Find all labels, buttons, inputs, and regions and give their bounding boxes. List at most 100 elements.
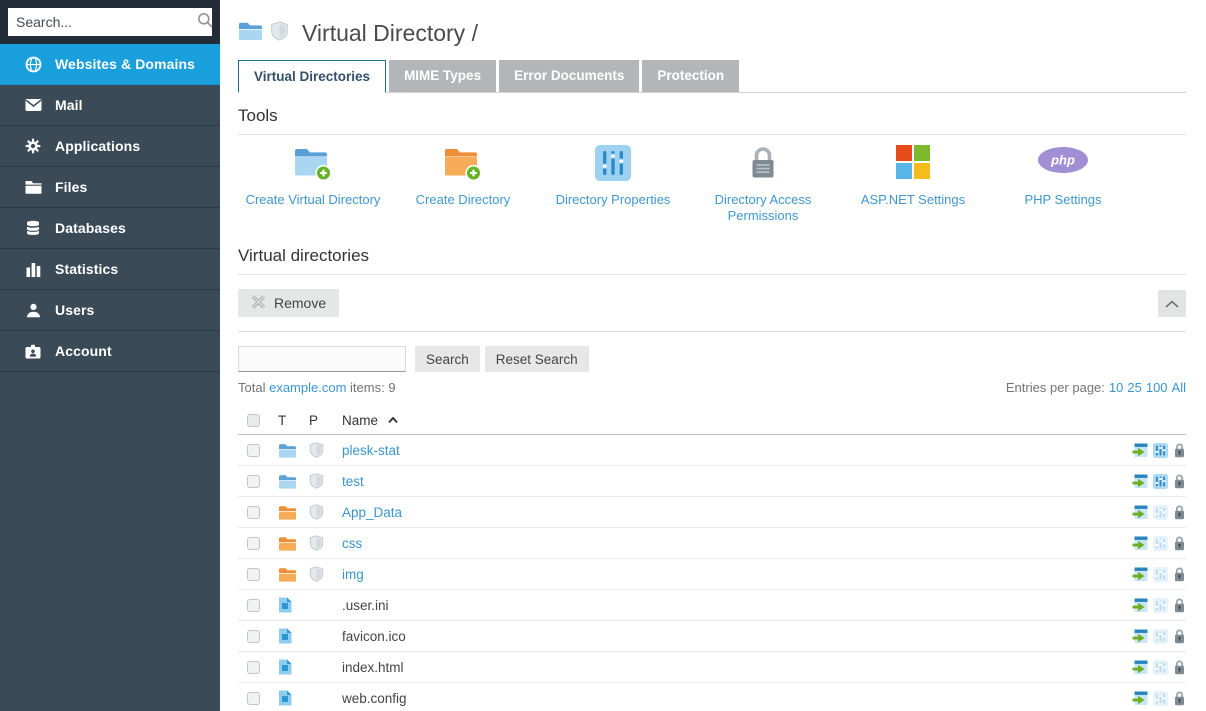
permissions-action-icon[interactable] [1173, 629, 1186, 644]
tool-asp-net-settings[interactable]: ASP.NET Settings [838, 145, 988, 224]
shield-icon [309, 442, 324, 458]
row-name-link[interactable]: App_Data [342, 505, 402, 520]
page-header: Virtual Directory / [238, 18, 1186, 48]
open-action-icon[interactable] [1132, 598, 1148, 613]
properties-action-icon[interactable] [1153, 443, 1168, 458]
globe-icon [24, 55, 42, 73]
row-checkbox[interactable] [247, 599, 260, 612]
column-type[interactable]: T [278, 413, 309, 428]
shield-icon [309, 504, 324, 520]
tab-mime-types[interactable]: MIME Types [389, 60, 496, 92]
permissions-action-icon[interactable] [1173, 598, 1186, 613]
open-action-icon[interactable] [1132, 505, 1148, 520]
table-row: favicon.ico [238, 621, 1186, 652]
sidebar-item-label: Users [55, 302, 94, 318]
file-icon [278, 628, 292, 644]
folder-blue-icon [278, 443, 297, 458]
open-action-icon[interactable] [1132, 660, 1148, 675]
row-checkbox[interactable] [247, 537, 260, 550]
folder-add-orange-icon [388, 145, 538, 189]
padlock-icon [688, 145, 838, 189]
tool-label: PHP Settings [988, 192, 1138, 208]
row-checkbox[interactable] [247, 692, 260, 705]
row-checkbox[interactable] [247, 506, 260, 519]
tool-directory-properties[interactable]: Directory Properties [538, 145, 688, 224]
table-row: plesk-stat [238, 435, 1186, 466]
sidebar-item-label: Mail [55, 97, 83, 113]
tool-label: ASP.NET Settings [838, 192, 988, 208]
tool-php-settings[interactable]: phpPHP Settings [988, 145, 1138, 224]
table-row: App_Data [238, 497, 1186, 528]
sidebar-item-databases[interactable]: Databases [0, 208, 220, 249]
permissions-action-icon[interactable] [1173, 443, 1186, 458]
table-row: .user.ini [238, 590, 1186, 621]
collapse-toolbar-button[interactable] [1158, 290, 1186, 317]
tool-create-virtual-directory[interactable]: Create Virtual Directory [238, 145, 388, 224]
sidebar-item-mail[interactable]: Mail [0, 85, 220, 126]
file-icon [278, 597, 292, 613]
table-row: index.html [238, 652, 1186, 683]
folder-add-blue-icon [238, 145, 388, 189]
sidebar-item-users[interactable]: Users [0, 290, 220, 331]
search-button[interactable]: Search [415, 346, 480, 372]
sidebar-item-account[interactable]: Account [0, 331, 220, 372]
row-checkbox[interactable] [247, 444, 260, 457]
select-all-checkbox[interactable] [247, 414, 260, 427]
row-checkbox[interactable] [247, 475, 260, 488]
list-search-input[interactable] [238, 346, 406, 372]
sidebar-item-websites-domains[interactable]: Websites & Domains [0, 44, 220, 85]
open-action-icon[interactable] [1132, 567, 1148, 582]
tab-protection[interactable]: Protection [642, 60, 739, 92]
folder-orange-icon [278, 567, 297, 582]
domain-link[interactable]: example.com [269, 380, 346, 395]
column-protection[interactable]: P [309, 413, 342, 428]
sliders-icon [538, 145, 688, 189]
permissions-action-icon[interactable] [1173, 505, 1186, 520]
row-checkbox[interactable] [247, 630, 260, 643]
row-name-link[interactable]: img [342, 567, 364, 582]
shield-icon [270, 21, 289, 46]
tab-virtual-directories[interactable]: Virtual Directories [238, 60, 386, 93]
reset-search-button[interactable]: Reset Search [485, 346, 589, 372]
permissions-action-icon[interactable] [1173, 474, 1186, 489]
row-checkbox[interactable] [247, 568, 260, 581]
row-name-link[interactable]: css [342, 536, 362, 551]
properties-action-icon[interactable] [1153, 474, 1168, 489]
row-name-link[interactable]: plesk-stat [342, 443, 400, 458]
open-action-icon[interactable] [1132, 691, 1148, 706]
entries-option-25[interactable]: 25 [1127, 380, 1141, 395]
open-action-icon[interactable] [1132, 443, 1148, 458]
search-icon [197, 12, 213, 33]
tools-row: Create Virtual DirectoryCreate Directory… [238, 145, 1186, 224]
chevron-up-icon [1165, 296, 1179, 311]
sidebar-item-label: Applications [55, 138, 140, 154]
total-items-text: Total example.com items: 9 [238, 380, 396, 395]
row-checkbox[interactable] [247, 661, 260, 674]
tool-directory-access-permissions[interactable]: Directory Access Permissions [688, 145, 838, 224]
column-name[interactable]: Name [342, 413, 1116, 428]
sidebar-item-applications[interactable]: Applications [0, 126, 220, 167]
open-action-icon[interactable] [1132, 536, 1148, 551]
entries-label: Entries per page: [1006, 380, 1105, 395]
open-action-icon[interactable] [1132, 629, 1148, 644]
sidebar-item-files[interactable]: Files [0, 167, 220, 208]
entries-option-100[interactable]: 100 [1146, 380, 1168, 395]
permissions-action-icon[interactable] [1173, 536, 1186, 551]
file-icon [278, 659, 292, 675]
tab-error-documents[interactable]: Error Documents [499, 60, 639, 92]
row-name: .user.ini [342, 598, 389, 613]
row-name-link[interactable]: test [342, 474, 364, 489]
shield-icon [309, 473, 324, 489]
sidebar-search-input[interactable] [16, 14, 197, 30]
entries-option-10[interactable]: 10 [1109, 380, 1123, 395]
remove-button[interactable]: Remove [238, 289, 339, 317]
permissions-action-icon[interactable] [1173, 660, 1186, 675]
entries-option-all[interactable]: All [1172, 380, 1186, 395]
sidebar-item-statistics[interactable]: Statistics [0, 249, 220, 290]
tool-create-directory[interactable]: Create Directory [388, 145, 538, 224]
permissions-action-icon[interactable] [1173, 691, 1186, 706]
bar-chart-icon [24, 260, 42, 278]
permissions-action-icon[interactable] [1173, 567, 1186, 582]
table-row: css [238, 528, 1186, 559]
open-action-icon[interactable] [1132, 474, 1148, 489]
